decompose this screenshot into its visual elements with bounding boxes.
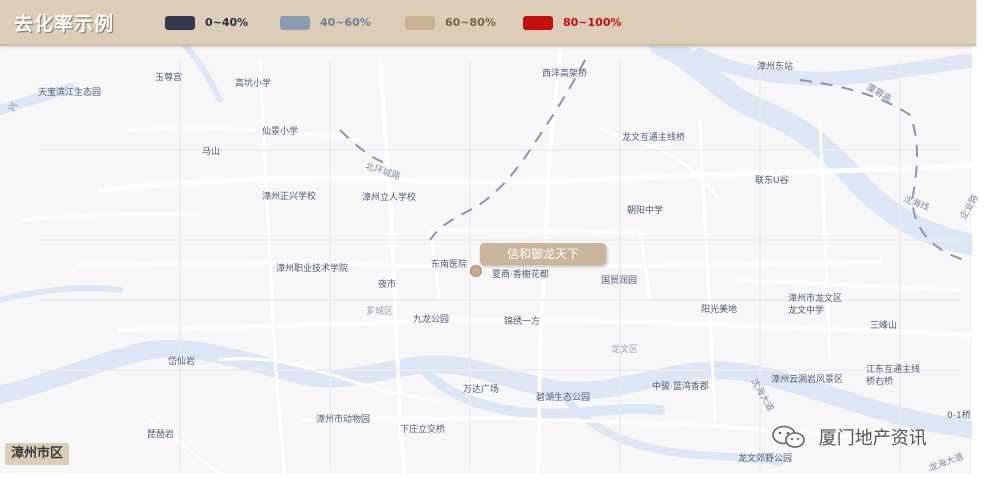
poi-label[interactable]: 漳州正兴学校 [262, 189, 316, 202]
poi-label[interactable]: 马山 [202, 144, 220, 157]
legend-range-label: 60~80% [445, 16, 496, 29]
poi-label[interactable]: 0-1桥 [947, 408, 971, 421]
poi-label[interactable]: 联东U谷 [755, 173, 789, 186]
legend-range-label: 0~40% [205, 16, 249, 29]
poi-label[interactable]: 夜市 [378, 277, 396, 290]
poi-label[interactable]: 国贸润园 [601, 273, 637, 286]
legend-title: 去化率示例 [14, 13, 115, 35]
poi-label[interactable]: 仙景小学 [262, 124, 298, 137]
legend-bar: 去化率示例 0~40% 40~60% 60~80% 80~100% [0, 0, 976, 46]
poi-label[interactable]: 夏商·香榭花都 [492, 267, 549, 280]
poi-label[interactable]: 高坑小学 [235, 76, 271, 89]
district-label: 龙文区 [611, 345, 639, 355]
legend-swatch [280, 16, 310, 30]
poi-label[interactable]: 岱仙岩 [168, 354, 195, 367]
project-callout[interactable]: 信和御龙天下 [480, 243, 606, 265]
legend-swatch [523, 16, 553, 30]
poi-label[interactable]: 天宝滨江生态园 [38, 85, 101, 98]
legend-range-label: 80~100% [563, 16, 622, 29]
district-label: 芗城区 [366, 307, 394, 317]
watermark-text: 厦门地产资讯 [818, 428, 927, 449]
poi-label[interactable]: 三峰山 [870, 318, 897, 331]
poi-label[interactable]: 朝阳中学 [627, 203, 663, 216]
poi-label[interactable]: 东南医院 [431, 257, 467, 270]
poi-label[interactable]: 碧湖生态公园 [536, 390, 590, 403]
poi-label[interactable]: 琵琶岩 [147, 427, 174, 440]
poi-label[interactable]: 下庄立交桥 [400, 422, 445, 435]
poi-label[interactable]: 漳州云洞岩风景区 [771, 372, 843, 385]
poi-label[interactable]: 西洋高架桥 [542, 66, 587, 79]
poi-label[interactable]: 玉尊宫 [155, 70, 182, 83]
poi-label[interactable]: 龙文互通主线桥 [622, 130, 685, 143]
project-marker[interactable] [470, 265, 482, 277]
poi-label[interactable]: 九龙公园 [413, 312, 449, 325]
poi-label[interactable]: 万达广场 [463, 382, 499, 395]
map-view[interactable]: 北环城路 厦蓉高 沈海线 沈海大道 龙海大道 企业路 兴 芗城区 龙文区 天宝滨… [0, 0, 1000, 481]
poi-label[interactable]: 漳州东站 [757, 59, 793, 72]
poi-label[interactable]: 漳州市动物园 [316, 412, 370, 425]
watermark: 厦门地产资讯 [771, 424, 927, 452]
poi-label[interactable]: 中骏·蓝湾香郡 [652, 379, 709, 392]
wechat-icon [772, 425, 805, 448]
poi-label[interactable]: 漳州职业技术学院 [276, 261, 348, 274]
poi-label[interactable]: 阳光美地 [701, 302, 737, 315]
poi-label[interactable]: 龙文郊野公园 [738, 451, 792, 464]
legend-swatch [405, 16, 435, 30]
legend-swatch [165, 16, 195, 30]
poi-label[interactable]: 锦绣一方 [504, 314, 540, 327]
poi-label[interactable]: 漳州市龙文区龙文中学 [788, 293, 842, 317]
poi-label[interactable]: 漳州立人学校 [362, 190, 416, 203]
city-badge: 漳州市区 [5, 443, 70, 465]
map-basemap [0, 0, 1000, 481]
legend-range-label: 40~60% [320, 16, 371, 29]
poi-label[interactable]: 江东互通主线桥右桥 [866, 364, 920, 388]
